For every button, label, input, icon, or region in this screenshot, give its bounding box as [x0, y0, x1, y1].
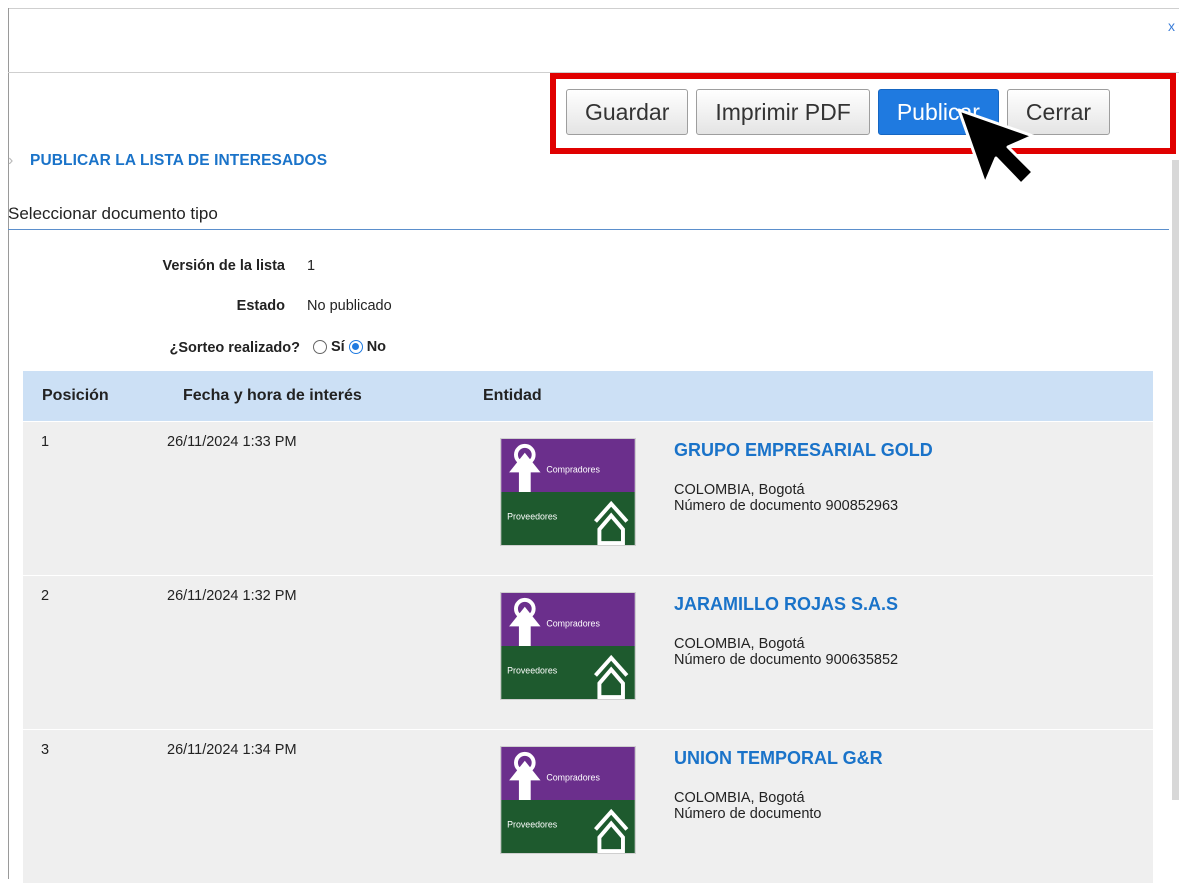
entity-location: COLOMBIA, Bogotá	[674, 636, 805, 652]
column-header-position: Posición	[42, 387, 109, 404]
logo-suppliers-text: Proveedores	[507, 665, 558, 675]
interested-parties-table: Posición Fecha y hora de interés Entidad…	[23, 371, 1153, 883]
lottery-no-label: No	[366, 339, 387, 355]
logo-buyers-text: Compradores	[546, 772, 600, 782]
logo-suppliers-text: Proveedores	[507, 511, 558, 521]
logo-buyers-text: Compradores	[546, 618, 600, 628]
table-header: Posición Fecha y hora de interés Entidad	[23, 371, 1153, 421]
entity-document: Número de documento 900635852	[674, 652, 899, 668]
table-row: 3 26/11/2024 1:34 PM Compradores Proveed…	[23, 729, 1153, 883]
row-datetime: 26/11/2024 1:32 PM	[167, 588, 297, 604]
lottery-no-option[interactable]: No	[348, 339, 387, 355]
subsection-title: Seleccionar documento tipo	[8, 204, 218, 223]
lottery-no-radio[interactable]	[348, 340, 363, 354]
entity-name-link[interactable]: GRUPO EMPRESARIAL GOLD	[674, 440, 933, 461]
column-header-datetime: Fecha y hora de interés	[183, 387, 362, 404]
lottery-yes-label: Sí	[331, 339, 345, 355]
row-position: 1	[41, 434, 50, 450]
lottery-yes-option[interactable]: Sí	[313, 339, 345, 355]
version-value: 1	[307, 258, 316, 274]
chevron-right-icon: ›	[8, 152, 14, 169]
save-button[interactable]: Guardar	[566, 89, 689, 135]
header-divider	[8, 72, 1179, 73]
lottery-yes-radio[interactable]	[313, 340, 327, 354]
logo-suppliers-text: Proveedores	[507, 819, 558, 829]
entity-document: Número de documento 900852963	[674, 498, 899, 514]
row-datetime: 26/11/2024 1:33 PM	[167, 434, 297, 450]
table-row: 2 26/11/2024 1:32 PM Compradores Proveed…	[23, 575, 1153, 729]
row-position: 2	[41, 588, 50, 604]
row-position: 3	[41, 742, 50, 758]
close-button[interactable]: Cerrar	[1006, 89, 1111, 135]
section-title: PUBLICAR LA LISTA DE INTERESADOS	[30, 152, 328, 169]
status-label: Estado	[236, 298, 285, 314]
print-pdf-button[interactable]: Imprimir PDF	[696, 89, 870, 135]
subsection-divider	[8, 229, 1169, 230]
secop-logo-icon: Compradores Proveedores	[500, 746, 636, 854]
action-toolbar: Guardar Imprimir PDF Publicar Cerrar	[560, 82, 1111, 142]
column-header-entity: Entidad	[483, 387, 542, 404]
secop-logo-icon: Compradores Proveedores	[500, 438, 636, 546]
entity-document: Número de documento	[674, 806, 822, 822]
entity-location: COLOMBIA, Bogotá	[674, 482, 805, 498]
table-row: 1 26/11/2024 1:33 PM Compradores Proveed…	[23, 421, 1153, 575]
version-label: Versión de la lista	[162, 258, 286, 274]
close-icon[interactable]: x	[1168, 18, 1175, 34]
lottery-label: ¿Sorteo realizado?	[169, 340, 300, 356]
dialog-top-border	[8, 8, 1179, 9]
row-datetime: 26/11/2024 1:34 PM	[167, 742, 297, 758]
vertical-scrollbar[interactable]	[1172, 160, 1179, 800]
entity-location: COLOMBIA, Bogotá	[674, 790, 805, 806]
status-value: No publicado	[307, 298, 392, 314]
entity-name-link[interactable]: UNION TEMPORAL G&R	[674, 748, 883, 769]
logo-buyers-text: Compradores	[546, 464, 600, 474]
entity-name-link[interactable]: JARAMILLO ROJAS S.A.S	[674, 594, 898, 615]
publish-button[interactable]: Publicar	[877, 89, 999, 135]
secop-logo-icon: Compradores Proveedores	[500, 592, 636, 700]
lottery-radio-group: Sí No	[313, 339, 386, 355]
dialog-left-border	[8, 8, 9, 879]
